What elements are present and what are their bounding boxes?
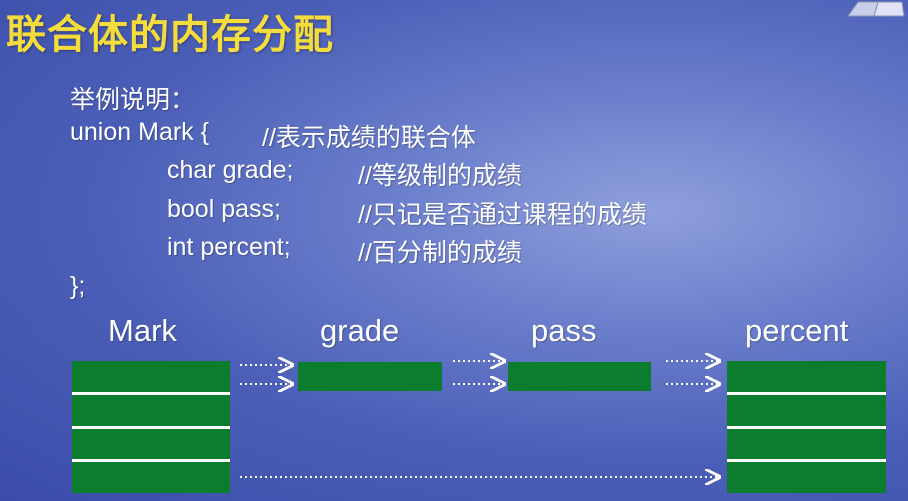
pointer-arrows bbox=[240, 0, 908, 501]
